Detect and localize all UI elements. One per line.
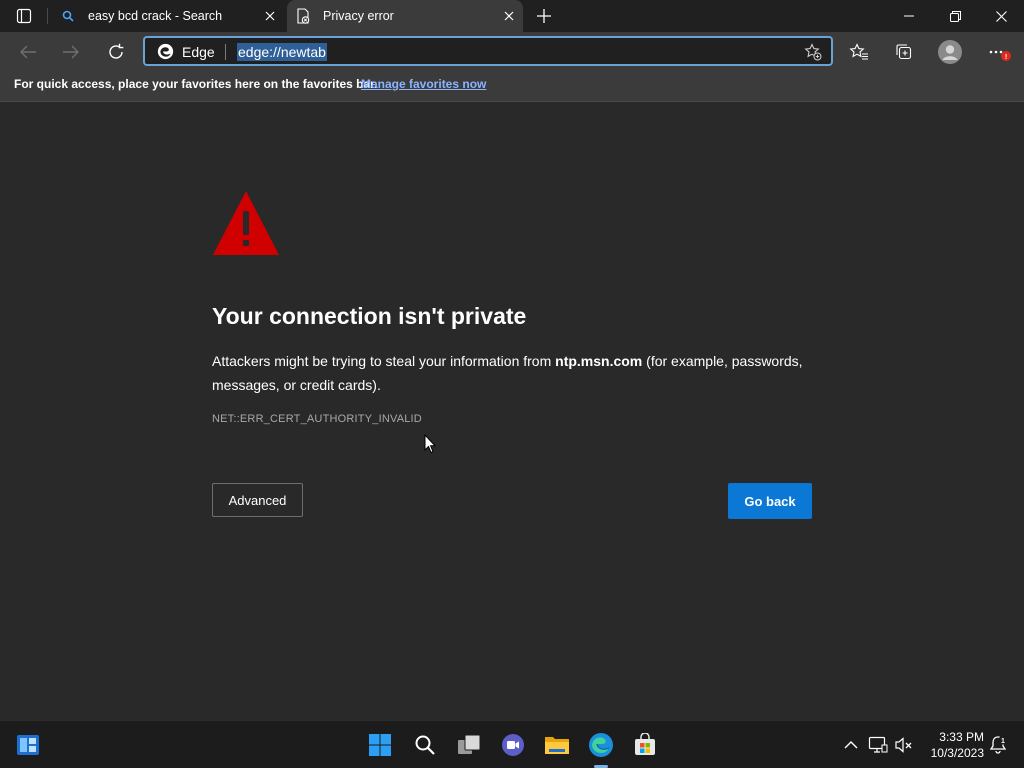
search-icon (415, 735, 435, 755)
clock-time: 3:33 PM (939, 730, 984, 744)
tab-separator (47, 8, 48, 24)
store-icon (635, 733, 655, 755)
error-page: Your connection isn't private Attackers … (0, 103, 1024, 720)
widgets-icon (17, 735, 39, 755)
page-title: Your connection isn't private (212, 303, 527, 329)
arrow-left-icon (20, 45, 36, 59)
edge-icon (589, 733, 613, 757)
folder-icon (545, 737, 569, 754)
tab-actions-menu-button[interactable] (8, 4, 40, 28)
forward-button[interactable] (55, 36, 87, 68)
widgets-button[interactable] (12, 729, 44, 761)
minimize-icon (904, 15, 914, 17)
address-bar[interactable]: Edge edge://newtab (143, 36, 833, 66)
refresh-icon (109, 43, 124, 59)
favorites-bar: For quick access, place your favorites h… (0, 72, 1024, 102)
favorites-star-icon (849, 43, 868, 60)
address-divider (225, 44, 226, 60)
advanced-button[interactable]: Advanced (212, 483, 303, 517)
notification-count: 1 (1001, 738, 1005, 745)
error-code[interactable]: NET::ERR_CERT_AUTHORITY_INVALID (212, 413, 422, 425)
arrow-right-icon (63, 45, 79, 59)
notifications-button[interactable]: 1 (988, 735, 1008, 755)
collections-button[interactable] (888, 36, 920, 68)
tab-title: Privacy error (323, 9, 394, 23)
plus-icon (537, 9, 551, 23)
volume-muted-icon (895, 737, 912, 753)
settings-more-button[interactable]: ! (983, 36, 1015, 68)
restore-icon (949, 10, 961, 22)
description-text: Attackers might be trying to steal your … (212, 353, 556, 369)
network-status-button[interactable] (868, 735, 888, 755)
tab-search[interactable]: easy bcd crack - Search (56, 0, 284, 32)
more-dots-icon: ! (989, 50, 1011, 61)
favorites-bar-message: For quick access, place your favorites h… (14, 77, 378, 91)
document-error-icon (295, 8, 311, 24)
chat-icon (502, 734, 524, 756)
new-tab-button[interactable] (532, 4, 556, 28)
network-icon (868, 736, 888, 753)
file-explorer-button[interactable] (541, 729, 573, 761)
go-back-button[interactable]: Go back (728, 483, 812, 519)
windows-logo-icon (369, 734, 391, 756)
collections-icon (896, 44, 912, 60)
task-view-icon (458, 734, 481, 754)
edge-logo-icon (157, 43, 174, 60)
close-icon (995, 10, 1007, 22)
taskbar: 3:33 PM 10/3/2023 1 (0, 720, 1024, 768)
volume-button[interactable] (894, 735, 914, 755)
refresh-button[interactable] (100, 36, 132, 68)
tab-strip: easy bcd crack - Search Privacy error (0, 0, 1024, 32)
url-text[interactable]: edge://newtab (237, 43, 327, 61)
chat-button[interactable] (497, 729, 529, 761)
minimize-button[interactable] (886, 0, 932, 32)
notification-bell-icon: 1 (989, 735, 1008, 754)
close-tab-icon[interactable] (499, 6, 519, 26)
svg-text:!: ! (1005, 54, 1007, 61)
browser-toolbar: Edge edge://newtab ! (0, 32, 1024, 72)
restore-button[interactable] (932, 0, 978, 32)
start-button[interactable] (364, 729, 396, 761)
error-description: Attackers might be trying to steal your … (212, 349, 822, 397)
manage-favorites-link[interactable]: Manage favorites now (361, 77, 486, 91)
close-tab-icon[interactable] (260, 6, 280, 26)
store-button[interactable] (629, 729, 661, 761)
show-hidden-icons-button[interactable] (841, 735, 861, 755)
clock-date: 10/3/2023 (930, 746, 984, 760)
avatar (938, 40, 962, 64)
profile-button[interactable] (934, 36, 966, 68)
warning-triangle-icon (213, 191, 279, 255)
tab-actions-icon (16, 8, 32, 24)
tab-title: easy bcd crack - Search (88, 9, 223, 23)
close-window-button[interactable] (978, 0, 1024, 32)
add-favorite-button[interactable] (803, 42, 823, 62)
back-button[interactable] (12, 36, 44, 68)
mouse-cursor-icon (424, 434, 436, 454)
search-icon (60, 8, 76, 24)
site-info-label[interactable]: Edge (182, 44, 215, 60)
search-button[interactable] (409, 729, 441, 761)
star-add-icon (804, 43, 822, 61)
host-name: ntp.msn.com (555, 353, 643, 369)
edge-taskbar-button[interactable] (585, 729, 617, 761)
favorites-button[interactable] (843, 36, 875, 68)
task-view-button[interactable] (453, 729, 485, 761)
tab-privacy-error[interactable]: Privacy error (287, 0, 523, 32)
chevron-up-icon (844, 741, 858, 749)
clock[interactable]: 3:33 PM 10/3/2023 (920, 729, 984, 761)
